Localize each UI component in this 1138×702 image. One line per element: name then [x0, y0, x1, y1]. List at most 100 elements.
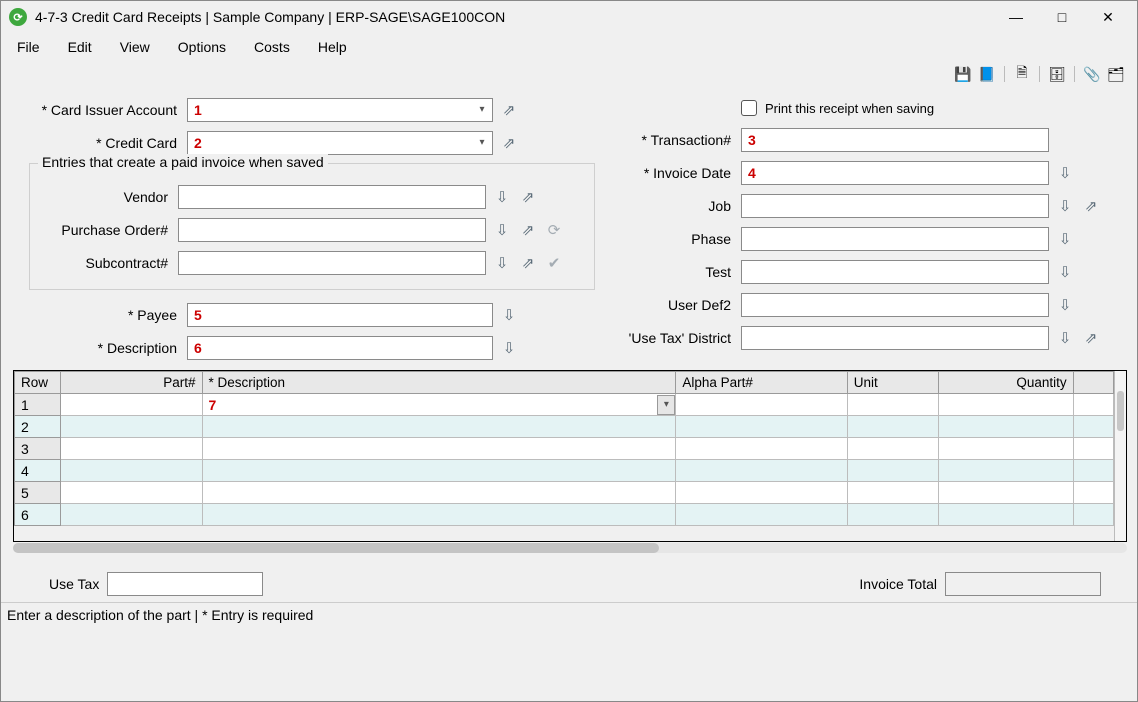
col-part[interactable]: Part#	[61, 372, 202, 394]
cell-unit[interactable]	[847, 438, 938, 460]
table-row[interactable]: 4	[15, 460, 1114, 482]
link-out-icon[interactable]: ⇗	[518, 253, 538, 273]
table-row[interactable]: 6	[15, 504, 1114, 526]
dropdown-icon[interactable]: ⇩	[492, 187, 512, 207]
col-alpha-part[interactable]: Alpha Part#	[676, 372, 847, 394]
vertical-scrollbar[interactable]	[1114, 371, 1126, 541]
link-out-icon[interactable]: ⇗	[518, 187, 538, 207]
cell-description[interactable]	[202, 504, 676, 526]
card-issuer-combo[interactable]	[187, 98, 493, 122]
job-input[interactable]	[741, 194, 1049, 218]
table-row[interactable]: 1 7 ▾	[15, 394, 1114, 416]
new-icon[interactable]: 🗎	[1013, 65, 1031, 83]
col-quantity[interactable]: Quantity	[938, 372, 1073, 394]
refresh-icon[interactable]: ⟳	[544, 220, 564, 240]
dropdown-icon[interactable]: ⇩	[499, 305, 519, 325]
link-out-icon[interactable]: ⇗	[499, 133, 519, 153]
cell-extra[interactable]	[1073, 482, 1113, 504]
dropdown-icon[interactable]: ⇩	[499, 338, 519, 358]
cell-description[interactable]	[202, 438, 676, 460]
cell-extra[interactable]	[1073, 394, 1113, 416]
print-receipt-checkbox[interactable]	[741, 100, 757, 116]
lookup-icon[interactable]: 🗄	[1048, 65, 1066, 83]
cell-alpha[interactable]	[676, 482, 847, 504]
horizontal-scrollbar[interactable]	[13, 542, 1127, 554]
cell-extra[interactable]	[1073, 438, 1113, 460]
cell-description[interactable]	[202, 416, 676, 438]
scrollbar-thumb[interactable]	[1117, 391, 1124, 431]
col-unit[interactable]: Unit	[847, 372, 938, 394]
cell-part[interactable]	[61, 394, 202, 416]
chevron-down-icon[interactable]: ▾	[657, 395, 675, 415]
description-input[interactable]	[187, 336, 493, 360]
dropdown-icon[interactable]: ⇩	[1055, 163, 1075, 183]
chevron-down-icon[interactable]: ▾	[472, 99, 492, 121]
cell-description[interactable]: 7 ▾	[202, 394, 676, 416]
book-icon[interactable]: 📘	[978, 65, 996, 83]
table-row[interactable]: 5	[15, 482, 1114, 504]
cell-description[interactable]	[202, 460, 676, 482]
line-items-grid[interactable]: Row Part# * Description Alpha Part# Unit…	[13, 370, 1127, 542]
link-out-icon[interactable]: ⇗	[518, 220, 538, 240]
link-out-icon[interactable]: ⇗	[1081, 196, 1101, 216]
credit-card-combo[interactable]	[187, 131, 493, 155]
subcontract-input[interactable]	[178, 251, 486, 275]
cell-extra[interactable]	[1073, 460, 1113, 482]
dropdown-icon[interactable]: ⇩	[1055, 328, 1075, 348]
close-button[interactable]: ✕	[1085, 2, 1131, 32]
payee-input[interactable]	[187, 303, 493, 327]
dropdown-icon[interactable]: ⇩	[1055, 295, 1075, 315]
cell-alpha[interactable]	[676, 438, 847, 460]
link-out-icon[interactable]: ⇗	[499, 100, 519, 120]
test-input[interactable]	[741, 260, 1049, 284]
purchase-order-input[interactable]	[178, 218, 486, 242]
transaction-input[interactable]	[741, 128, 1049, 152]
scrollbar-thumb[interactable]	[13, 543, 659, 553]
cell-extra[interactable]	[1073, 416, 1113, 438]
cell-alpha[interactable]	[676, 416, 847, 438]
menu-edit[interactable]: Edit	[64, 37, 96, 57]
cell-qty[interactable]	[938, 504, 1073, 526]
maximize-button[interactable]: □	[1039, 2, 1085, 32]
cell-part[interactable]	[61, 416, 202, 438]
use-tax-input[interactable]	[107, 572, 263, 596]
cell-unit[interactable]	[847, 394, 938, 416]
dropdown-icon[interactable]: ⇩	[492, 220, 512, 240]
userdef2-input[interactable]	[741, 293, 1049, 317]
cell-qty[interactable]	[938, 482, 1073, 504]
cell-alpha[interactable]	[676, 504, 847, 526]
phase-input[interactable]	[741, 227, 1049, 251]
cell-unit[interactable]	[847, 482, 938, 504]
table-row[interactable]: 2	[15, 416, 1114, 438]
check-icon[interactable]: ✔	[544, 253, 564, 273]
cell-qty[interactable]	[938, 460, 1073, 482]
cell-extra[interactable]	[1073, 504, 1113, 526]
use-tax-district-input[interactable]	[741, 326, 1049, 350]
cell-part[interactable]	[61, 482, 202, 504]
cell-unit[interactable]	[847, 416, 938, 438]
cell-part[interactable]	[61, 504, 202, 526]
menu-costs[interactable]: Costs	[250, 37, 294, 57]
invoice-date-input[interactable]	[741, 161, 1049, 185]
cell-unit[interactable]	[847, 460, 938, 482]
cell-alpha[interactable]	[676, 460, 847, 482]
attach-icon[interactable]: 📎	[1083, 65, 1101, 83]
dropdown-icon[interactable]: ⇩	[1055, 196, 1075, 216]
cell-part[interactable]	[61, 460, 202, 482]
col-description[interactable]: * Description	[202, 372, 676, 394]
menu-file[interactable]: File	[13, 37, 44, 57]
cell-qty[interactable]	[938, 394, 1073, 416]
cell-qty[interactable]	[938, 416, 1073, 438]
cell-unit[interactable]	[847, 504, 938, 526]
save-icon[interactable]: 💾	[954, 65, 972, 83]
cell-description[interactable]	[202, 482, 676, 504]
cell-part[interactable]	[61, 438, 202, 460]
dropdown-icon[interactable]: ⇩	[1055, 262, 1075, 282]
menu-help[interactable]: Help	[314, 37, 351, 57]
menu-view[interactable]: View	[116, 37, 154, 57]
chevron-down-icon[interactable]: ▾	[472, 132, 492, 154]
vendor-input[interactable]	[178, 185, 486, 209]
col-row[interactable]: Row	[15, 372, 61, 394]
dropdown-icon[interactable]: ⇩	[492, 253, 512, 273]
link-out-icon[interactable]: ⇗	[1081, 328, 1101, 348]
